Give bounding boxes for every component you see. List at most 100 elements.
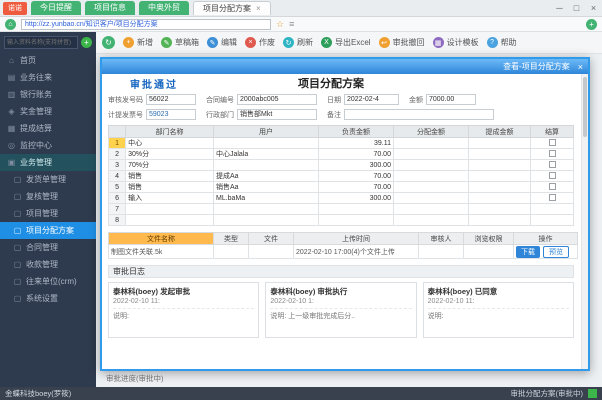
date-input[interactable]: 2022-02-4 xyxy=(344,94,399,105)
dialog-close-icon[interactable]: × xyxy=(578,62,583,72)
diamond-icon: ◈ xyxy=(8,107,15,116)
tab-close-icon[interactable]: × xyxy=(256,2,261,16)
help-button[interactable]: ? 帮助 xyxy=(486,37,517,48)
table-row[interactable]: 8 xyxy=(107,214,574,226)
button-label: 导出Excel xyxy=(335,38,371,47)
department-input[interactable]: 销售部Mkt xyxy=(237,109,317,120)
doc-icon: ▢ xyxy=(13,260,22,269)
row-seq: 3 xyxy=(107,159,127,171)
settled-checkbox[interactable] xyxy=(548,172,556,180)
sidebar-item-allocation-plan[interactable]: ▢ 项目分配方案 xyxy=(0,222,96,239)
log-card[interactable]: 泰林科(boey) 已同意 2022-02-10 11: 说明: xyxy=(422,282,574,338)
col-alloc[interactable]: 分配金额 xyxy=(392,125,469,138)
sidebar-item-monitor[interactable]: ◎ 监控中心 xyxy=(0,137,96,154)
sidebar-item-commission[interactable]: ▦ 提成结算 xyxy=(0,120,96,137)
col-auditor[interactable]: 审核人 xyxy=(418,232,464,245)
audit-no-input[interactable]: 56022 xyxy=(146,94,196,105)
scrollbar[interactable] xyxy=(581,74,588,369)
field-label: 金额 xyxy=(409,96,423,104)
add-tab-icon[interactable]: + xyxy=(586,18,597,30)
col-file-name[interactable]: 文件名称 xyxy=(108,232,214,245)
tab-trade[interactable]: 中奥外贸 xyxy=(139,1,189,15)
sidebar-group-business-mgmt[interactable]: ▣ 业务管理 xyxy=(0,154,96,171)
settled-checkbox[interactable] xyxy=(548,150,556,158)
col-amount[interactable]: 负责金额 xyxy=(317,125,394,138)
col-settled[interactable]: 结算 xyxy=(530,125,574,138)
log-card[interactable]: 泰林科(boey) 审批执行 2022-02-10 1: 说明: 上一级审批完成… xyxy=(265,282,417,338)
preview-button[interactable]: 预览 xyxy=(543,245,569,258)
sidebar-item-review[interactable]: ▢ 复核管理 xyxy=(0,188,96,205)
settled-checkbox[interactable] xyxy=(548,139,556,147)
col-file[interactable]: 文件 xyxy=(248,232,294,245)
dialog-titlebar[interactable]: 查看-项目分配方案 × xyxy=(102,59,588,74)
settled-checkbox[interactable] xyxy=(548,161,556,169)
draft-button[interactable]: ✎ 草稿箱 xyxy=(161,37,199,48)
sidebar-item-settings[interactable]: ▢ 系统设置 xyxy=(0,290,96,307)
table-row[interactable]: 2 30%分 中心Jalala 70.00 xyxy=(107,148,574,160)
row-seq: 5 xyxy=(107,181,127,193)
tab-allocation-plan[interactable]: 项目分配方案 × xyxy=(193,1,271,15)
tab-project-info[interactable]: 项目信息 xyxy=(85,1,135,15)
sidebar-item-home[interactable]: ⌂ 首页 xyxy=(0,52,96,69)
doc-icon: ▢ xyxy=(13,277,22,286)
address-input[interactable]: http://zz.yunbao.cn/知识客户/项目分配方案 xyxy=(21,18,271,30)
table-row[interactable]: 6 输入 ML.baMa 300.00 xyxy=(107,192,574,204)
row-seq: 7 xyxy=(107,203,127,215)
star-icon[interactable]: ☆ xyxy=(276,19,284,30)
recall-approval-button[interactable]: ↩ 审批撤回 xyxy=(378,37,425,48)
scrollbar-thumb[interactable] xyxy=(583,77,587,137)
settled-checkbox[interactable] xyxy=(548,194,556,202)
table-row[interactable]: 5 销售 销售Aa 70.00 xyxy=(107,181,574,193)
col-commission[interactable]: 提成金额 xyxy=(467,125,532,138)
sidebar-item-bonus[interactable]: ◈ 奖金管理 xyxy=(0,103,96,120)
refresh-button[interactable]: ↻ 刷新 xyxy=(283,37,313,48)
col-permission[interactable]: 浏览权限 xyxy=(463,232,514,245)
file-row[interactable]: 制图文件关联.5k 2022-02-10 17:00(4)个文件上传 下载 预览 xyxy=(108,244,578,259)
sidebar-item-shipping[interactable]: ▢ 发货单管理 xyxy=(0,171,96,188)
sidebar-item-contracts[interactable]: ▢ 合同管理 xyxy=(0,239,96,256)
field-date: 日期 2022-02-4 xyxy=(327,94,399,105)
download-button[interactable]: 下载 xyxy=(516,245,540,258)
row-seq: 4 xyxy=(107,170,127,182)
amount-input[interactable]: 7000.00 xyxy=(426,94,476,105)
log-card[interactable]: 泰林科(boey) 发起审批 2022-02-10 11: 说明: xyxy=(108,282,260,338)
col-upload-time[interactable]: 上传时间 xyxy=(293,232,419,245)
add-icon[interactable]: + xyxy=(81,37,92,48)
sidebar-item-bank[interactable]: ▥ 银行账务 xyxy=(0,86,96,103)
sidebar-item-label: 系统设置 xyxy=(26,294,58,303)
home-icon[interactable]: ⌂ xyxy=(5,18,16,30)
cell-alloc xyxy=(392,214,469,226)
table-row[interactable]: 7 xyxy=(107,203,574,215)
minimize-icon[interactable]: ─ xyxy=(551,0,568,16)
sidebar-item-receipts[interactable]: ▢ 收款管理 xyxy=(0,256,96,273)
sidebar-item-projects[interactable]: ▢ 项目管理 xyxy=(0,205,96,222)
edit-button[interactable]: ✎ 编辑 xyxy=(207,37,237,48)
tab-today[interactable]: 今日提醒 xyxy=(31,1,81,15)
design-template-button[interactable]: ▦ 设计模板 xyxy=(432,37,479,48)
settled-checkbox[interactable] xyxy=(548,183,556,191)
new-button[interactable]: + 新增 xyxy=(123,37,153,48)
invoice-no-link[interactable]: 59023 xyxy=(146,109,196,120)
table-row[interactable]: 1 中心 39.11 xyxy=(107,137,574,149)
sidebar-item-crm[interactable]: ▢ 往来单位(crm) xyxy=(0,273,96,290)
cell-settled xyxy=(530,181,574,193)
contract-no-input[interactable]: 2000abc005 xyxy=(237,94,317,105)
menu-icon[interactable]: ≡ xyxy=(289,19,294,29)
refresh-circle-icon[interactable]: ↻ xyxy=(102,36,115,49)
maximize-icon[interactable]: □ xyxy=(568,0,585,16)
close-icon[interactable]: × xyxy=(585,0,602,16)
void-button[interactable]: × 作废 xyxy=(245,37,275,48)
log-card-time: 2022-02-10 11: xyxy=(113,298,160,305)
export-excel-button[interactable]: X 导出Excel xyxy=(321,37,371,48)
cell-settled xyxy=(530,170,574,182)
doc-icon: ▢ xyxy=(13,175,22,184)
sidebar-item-business[interactable]: ▤ 业务往来 xyxy=(0,69,96,86)
table-row[interactable]: 4 销售 提成Aa 70.00 xyxy=(107,170,574,182)
col-user[interactable]: 用户 xyxy=(212,125,319,138)
col-type[interactable]: 类型 xyxy=(213,232,249,245)
remark-input[interactable] xyxy=(344,109,494,120)
log-card-time: 2022-02-10 1: xyxy=(270,298,314,305)
search-input[interactable] xyxy=(4,36,78,49)
col-dept[interactable]: 部门名称 xyxy=(125,125,214,138)
table-row[interactable]: 3 70%分 300.00 xyxy=(107,159,574,171)
